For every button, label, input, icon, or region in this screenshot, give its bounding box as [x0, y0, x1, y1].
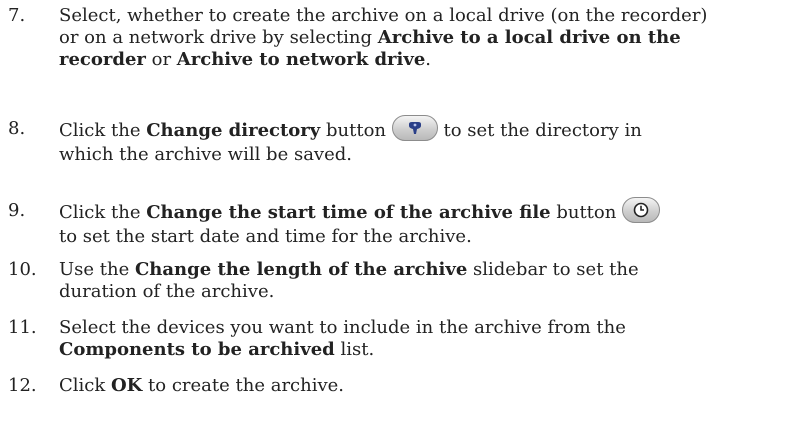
step-line: Select, whether to create the archive on… [59, 5, 708, 26]
step-line: Click OK to create the archive. [59, 375, 345, 396]
step-line: to set the start date and time for the a… [59, 226, 472, 247]
option-label: recorder [59, 49, 146, 70]
step-number: 10. [8, 259, 37, 280]
change-directory-icon [391, 115, 438, 141]
step-number: 9. [8, 200, 26, 221]
instruction-steps: 7. Select, whether to create the archive… [0, 0, 792, 433]
step-line: which the archive will be saved. [59, 144, 352, 165]
step-line: Click the Change directory button to set… [59, 115, 789, 144]
slidebar-name: Change the length of the archive [134, 259, 468, 280]
step-line: or on a network drive by selecting Archi… [59, 27, 681, 48]
step-line: duration of the archive. [59, 281, 275, 302]
step-number: 11. [8, 317, 37, 338]
button-name: Change directory [146, 120, 321, 141]
option-label: Archive to a local drive on the [377, 27, 681, 48]
step-line: recorder or Archive to network drive. [59, 49, 432, 70]
step-text: Use the Change the length of the archive… [59, 259, 789, 303]
step-text: Click the Change the start time of the a… [59, 197, 789, 248]
step-text: Click OK to create the archive. [59, 375, 789, 397]
step-text: Select the devices you want to include i… [59, 317, 789, 361]
step-text: Select, whether to create the archive on… [59, 5, 789, 71]
button-name: Change the start time of the archive fil… [146, 202, 551, 223]
step-line: Components to be archived list. [59, 339, 375, 360]
step-number: 12. [8, 375, 37, 396]
step-text: Click the Change directory button to set… [59, 115, 789, 166]
step-number: 7. [8, 5, 26, 26]
step-number: 8. [8, 118, 26, 139]
step-line: Click the Change the start time of the a… [59, 197, 789, 226]
step-line: Use the Change the length of the archive… [59, 259, 639, 280]
option-label: Archive to network drive [176, 49, 426, 70]
button-name: OK [111, 375, 143, 396]
clock-icon [622, 197, 661, 223]
list-name: Components to be archived [59, 339, 335, 360]
step-line: Select the devices you want to include i… [59, 317, 626, 338]
